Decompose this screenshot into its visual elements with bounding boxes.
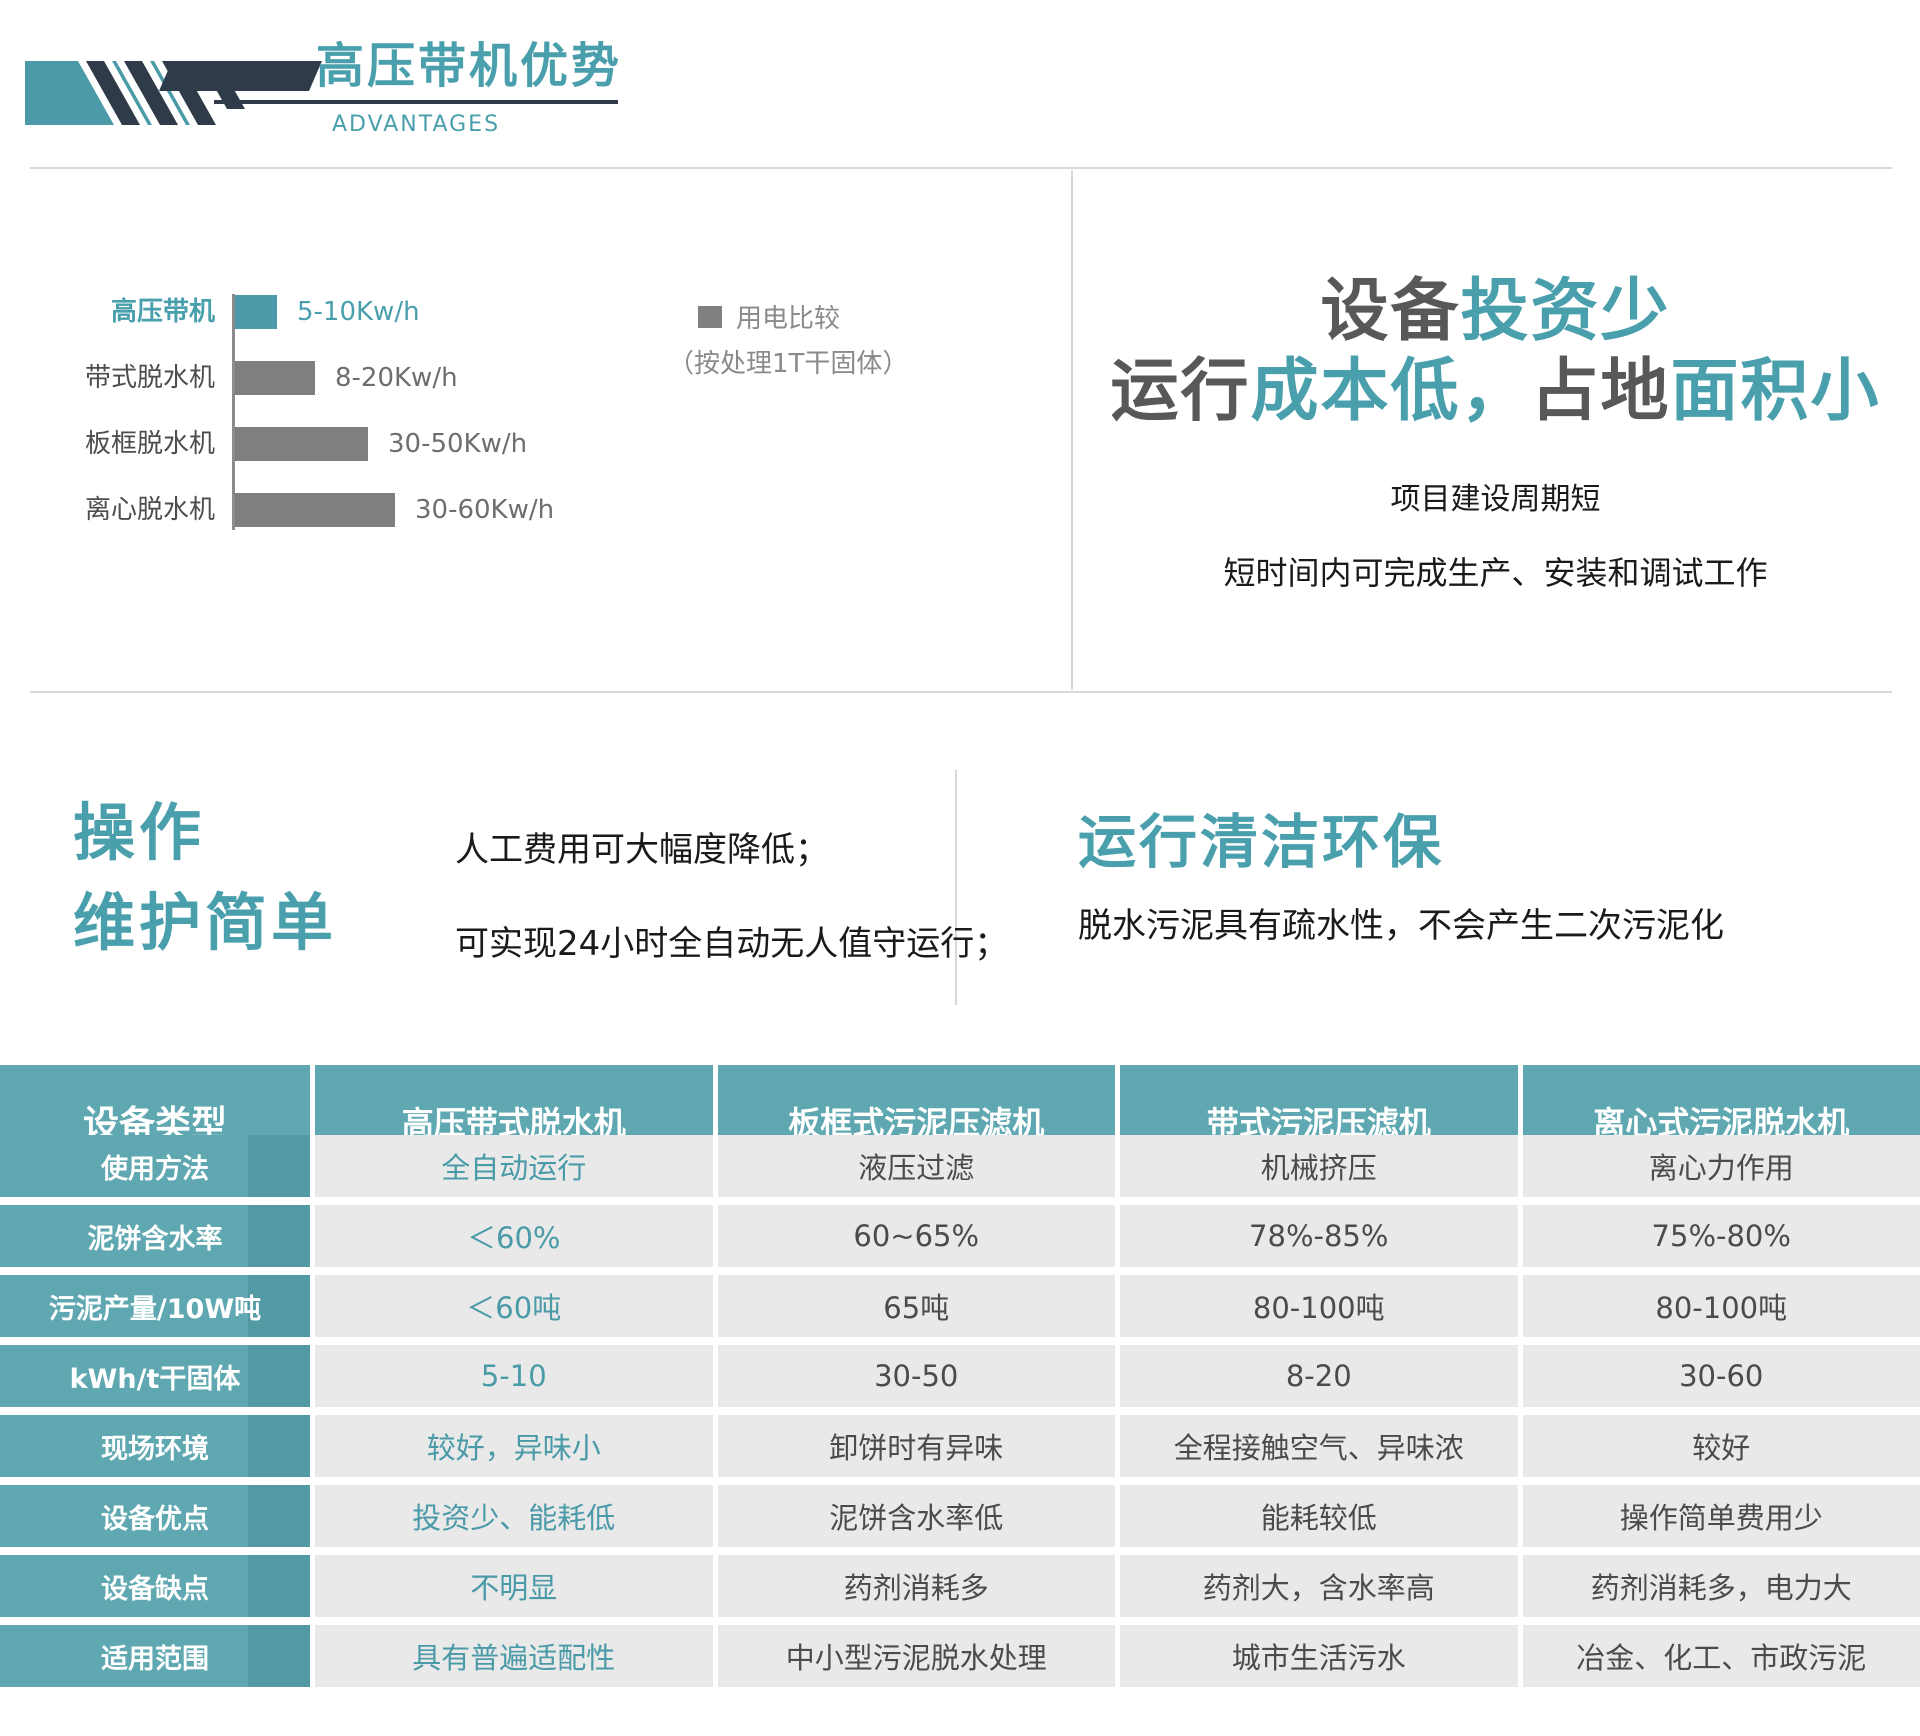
headline-segment: 占地 xyxy=(1531,352,1671,431)
table-cell: 泥饼含水率低 xyxy=(718,1485,1116,1547)
chart-bar xyxy=(235,493,395,527)
table-cell: 60~65% xyxy=(718,1205,1116,1267)
chart-value-label: 5-10Kw/h xyxy=(297,294,420,330)
title-underline xyxy=(214,100,618,104)
headline-line2: 运行成本低，占地面积小 xyxy=(1071,352,1920,432)
table-cell: 78%-85% xyxy=(1120,1205,1518,1267)
power-usage-chart: 高压带机 5-10Kw/h 带式脱水机 8-20Kw/h 板框脱水机 30-50Kw/h 离… xyxy=(0,280,720,550)
chart-legend: 用电比较 （按处理1T干固体） xyxy=(668,298,908,380)
headline-line1: 设备投资少 xyxy=(1071,272,1920,352)
table-row-label: 使用方法 xyxy=(0,1135,310,1197)
legend-title: 用电比较 xyxy=(736,298,840,335)
table-cell: 药剂大，含水率高 xyxy=(1120,1555,1518,1617)
table-row-label: 现场环境 xyxy=(0,1415,310,1477)
chart-row: 高压带机 5-10Kw/h xyxy=(0,294,720,330)
clean-title: 运行清洁环保 xyxy=(1078,795,1444,879)
table-cell: 操作简单费用少 xyxy=(1523,1485,1920,1547)
divider-middle xyxy=(30,691,1892,693)
table-cell: ＜60% xyxy=(315,1205,713,1267)
operation-bullet2: 可实现24小时全自动无人值守运行； xyxy=(455,916,1008,965)
table-cell: 液压过滤 xyxy=(718,1135,1116,1197)
headline-segment: 面积小 xyxy=(1671,352,1881,431)
table-cell: 75%-80% xyxy=(1523,1205,1920,1267)
divider-vertical-lower xyxy=(955,770,957,1005)
table-row-label: 设备优点 xyxy=(0,1485,310,1547)
table-cell: 离心力作用 xyxy=(1523,1135,1920,1197)
brochure-page: 高压带机优势 ADVANTAGES 高压带机 5-10Kw/h 带式脱水机 8-20K… xyxy=(0,0,1920,1736)
table-cell: 不明显 xyxy=(315,1555,713,1617)
table-cell: 8-20 xyxy=(1120,1345,1518,1407)
table-cell: 药剂消耗多 xyxy=(718,1555,1116,1617)
table-cell: 80-100吨 xyxy=(1120,1275,1518,1337)
headline-segment: 设备 xyxy=(1320,272,1460,351)
table-cell: 较好 xyxy=(1523,1415,1920,1477)
table-row-label: kWh/t干固体 xyxy=(0,1345,310,1407)
chart-bar xyxy=(235,427,368,461)
table-cell: 30-60 xyxy=(1523,1345,1920,1407)
table-cell: 5-10 xyxy=(315,1345,713,1407)
table-cell: 能耗较低 xyxy=(1120,1485,1518,1547)
table-row-label: 设备缺点 xyxy=(0,1555,310,1617)
table-row-label: 泥饼含水率 xyxy=(0,1205,310,1267)
table-cell: 全程接触空气、异味浓 xyxy=(1120,1415,1518,1477)
legend-swatch-icon xyxy=(698,306,722,328)
table-cell: 中小型污泥脱水处理 xyxy=(718,1625,1116,1687)
operation-title-line1: 操作 xyxy=(73,788,337,878)
divider-top xyxy=(30,167,1892,169)
chart-category-label: 板框脱水机 xyxy=(0,426,215,462)
clean-description: 脱水污泥具有疏水性，不会产生二次污泥化 xyxy=(1078,898,1724,947)
operation-title: 操作 维护简单 xyxy=(73,788,337,968)
chart-bar xyxy=(235,361,315,395)
page-subtitle: ADVANTAGES xyxy=(214,112,618,137)
table-cell: 药剂消耗多，电力大 xyxy=(1523,1555,1920,1617)
chart-value-label: 8-20Kw/h xyxy=(335,360,458,396)
table-cell: 投资少、能耗低 xyxy=(315,1485,713,1547)
operation-title-line2: 维护简单 xyxy=(73,878,337,968)
headline-sub1: 项目建设周期短 xyxy=(1071,474,1920,518)
chart-row: 带式脱水机 8-20Kw/h xyxy=(0,360,720,396)
table-cell: 具有普遍适配性 xyxy=(315,1625,713,1687)
chart-category-label: 带式脱水机 xyxy=(0,360,215,396)
table-cell: 80-100吨 xyxy=(1523,1275,1920,1337)
table-cell: 城市生活污水 xyxy=(1120,1625,1518,1687)
table-cell: 卸饼时有异味 xyxy=(718,1415,1116,1477)
table-row-label: 适用范围 xyxy=(0,1625,310,1687)
table-cell: 全自动运行 xyxy=(315,1135,713,1197)
chart-row: 离心脱水机 30-60Kw/h xyxy=(0,492,720,528)
table-cell: 较好，异味小 xyxy=(315,1415,713,1477)
table-cell: 30-50 xyxy=(718,1345,1116,1407)
chart-value-label: 30-60Kw/h xyxy=(415,492,554,528)
table-cell: 冶金、化工、市政污泥 xyxy=(1523,1625,1920,1687)
chart-row: 板框脱水机 30-50Kw/h xyxy=(0,426,720,462)
headline-segment: 成本低， xyxy=(1250,352,1530,431)
headline-segment: 运行 xyxy=(1110,352,1250,431)
legend-note: （按处理1T干固体） xyxy=(668,343,908,380)
table-cell: 65吨 xyxy=(718,1275,1116,1337)
headline-segment: 投资少 xyxy=(1461,272,1671,351)
comparison-table: 设备类型高压带式脱水机板框式污泥压滤机带式污泥压滤机离心式污泥脱水机使用方法全自… xyxy=(0,1065,1920,1687)
page-title: 高压带机优势 xyxy=(316,26,622,96)
table-cell: ＜60吨 xyxy=(315,1275,713,1337)
table-cell: 机械挤压 xyxy=(1120,1135,1518,1197)
operation-bullet1: 人工费用可大幅度降低； xyxy=(455,822,829,871)
headline-sub2: 短时间内可完成生产、安装和调试工作 xyxy=(1071,548,1920,594)
chart-category-label: 高压带机 xyxy=(0,294,215,330)
table-row-label: 污泥产量/10W吨 xyxy=(0,1275,310,1337)
chart-category-label: 离心脱水机 xyxy=(0,492,215,528)
investment-headline-block: 设备投资少 运行成本低，占地面积小 项目建设周期短 短时间内可完成生产、安装和调… xyxy=(1071,272,1920,594)
chart-bar xyxy=(235,295,277,329)
chart-value-label: 30-50Kw/h xyxy=(388,426,527,462)
